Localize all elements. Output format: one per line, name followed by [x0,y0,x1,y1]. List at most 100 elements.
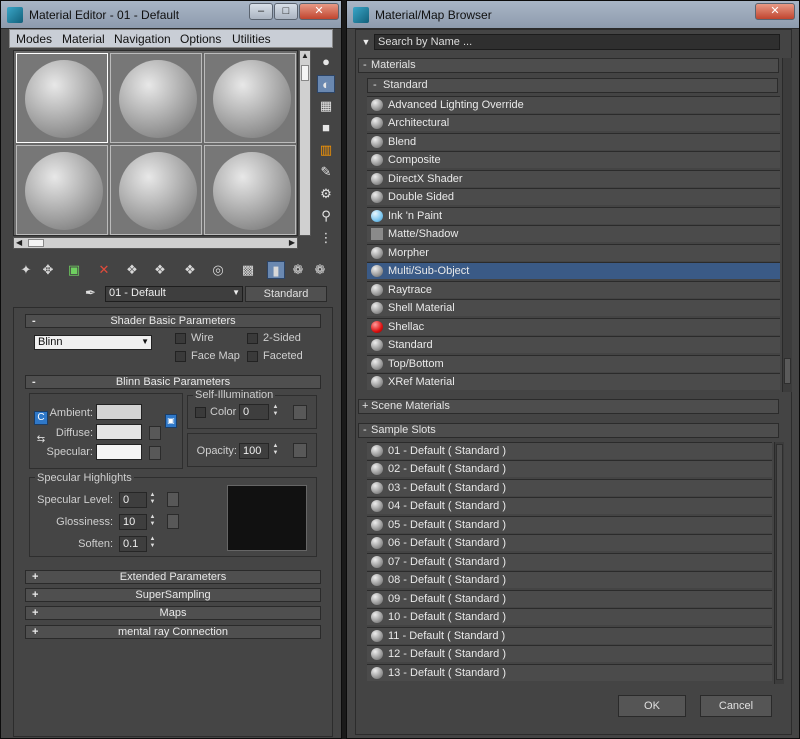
menu-options[interactable]: Options [180,32,221,46]
assign-to-selection-icon[interactable]: ▣ [65,261,83,279]
sample-slots-group-header[interactable]: - Sample Slots [358,423,779,438]
menu-material[interactable]: Material [62,32,105,46]
list-item[interactable]: Raytrace [367,281,780,298]
material-name-dropdown[interactable]: 01 - Default ▼ [105,286,243,302]
list-item[interactable]: 12 - Default ( Standard ) [367,645,772,662]
two-sided-checkbox[interactable] [247,333,258,344]
list-item[interactable]: Double Sided [367,188,780,205]
browser-options-icon[interactable]: ▼ [359,35,373,49]
search-by-name-input[interactable]: Search by Name ... [374,34,780,50]
list-item[interactable]: Shellac [367,318,780,335]
sample-slots-scroll-thumb[interactable] [776,444,783,680]
wire-checkbox[interactable] [175,333,186,344]
options-icon[interactable]: ⚙ [317,185,335,203]
list-item[interactable]: 11 - Default ( Standard ) [367,627,772,644]
reset-map-icon[interactable]: ✕ [95,261,113,279]
sample-slot[interactable] [16,145,108,235]
material-id-channel-icon[interactable]: ◎ [209,261,227,279]
menu-utilities[interactable]: Utilities [232,32,271,46]
cancel-button[interactable]: Cancel [700,695,772,717]
list-item[interactable]: 02 - Default ( Standard ) [367,460,772,477]
specular-color-swatch[interactable] [96,444,142,460]
sample-type-icon[interactable]: ● [317,53,335,71]
sample-slot[interactable] [204,145,296,235]
material-type-button[interactable]: Standard [245,286,327,302]
spinner-arrows-icon[interactable]: ▲ ▼ [271,443,280,459]
copy-material-icon[interactable]: ❖ [123,261,141,279]
faceted-checkbox[interactable] [247,351,258,362]
slots-vscroll-thumb[interactable] [301,65,309,81]
video-color-check-icon[interactable]: ▥ [317,141,335,159]
ambient-color-swatch[interactable] [96,404,142,420]
materials-scroll-thumb[interactable] [784,358,791,384]
specular-level-map-button[interactable] [167,492,179,507]
spinner-arrows-icon[interactable]: ▲ ▼ [271,404,280,420]
list-item[interactable]: Architectural [367,114,780,131]
put-to-scene-icon[interactable]: ✥ [39,261,57,279]
sample-uv-tiling-icon[interactable]: ■ [317,119,335,137]
list-item[interactable]: DirectX Shader [367,170,780,187]
scroll-right-arrow-icon[interactable]: ▶ [289,238,295,247]
close-button[interactable]: ✕ [299,3,339,20]
put-to-library-icon[interactable]: ❖ [181,261,199,279]
get-material-icon[interactable]: ✦ [17,261,35,279]
scroll-up-arrow-icon[interactable]: ▲ [301,51,309,60]
list-item[interactable]: 13 - Default ( Standard ) [367,664,772,681]
materials-group-header[interactable]: - Materials [358,58,779,73]
maximize-button[interactable]: □ [274,3,298,20]
list-item[interactable]: Matte/Shadow [367,225,780,242]
list-item[interactable]: Morpher [367,244,780,261]
sample-slots-scrollbar[interactable] [774,442,784,684]
list-item[interactable]: 09 - Default ( Standard ) [367,590,772,607]
list-item[interactable]: Top/Bottom [367,355,780,372]
make-unique-icon[interactable]: ❖ [151,261,169,279]
slots-hscrollbar[interactable]: ◀ ▶ [13,237,298,249]
scene-materials-group-header[interactable]: + Scene Materials [358,399,779,414]
show-shaded-material-icon[interactable]: ▩ [239,261,257,279]
list-item[interactable]: 06 - Default ( Standard ) [367,534,772,551]
diffuse-map-button[interactable] [149,426,161,440]
mental-ray-connection-rollout[interactable]: + mental ray Connection [25,625,321,639]
list-item[interactable]: XRef Material [367,373,780,390]
material-editor-titlebar[interactable]: Material Editor - 01 - Default – □ ✕ [1,1,341,29]
standard-group-header[interactable]: - Standard [367,78,778,93]
opacity-spinner[interactable]: 100 [239,443,269,459]
go-forward-to-sibling-icon[interactable]: ❁ [311,261,329,279]
spinner-arrows-icon[interactable]: ▲ ▼ [148,536,157,552]
list-item[interactable]: Blend [367,133,780,150]
show-end-result-icon[interactable]: ▮ [267,261,285,279]
spinner-arrows-icon[interactable]: ▲ ▼ [148,514,157,530]
glossiness-spinner[interactable]: 10 [119,514,147,530]
menu-modes[interactable]: Modes [16,32,52,46]
materials-scrollbar[interactable] [782,58,792,392]
diffuse-color-swatch[interactable] [96,424,142,440]
backlight-icon[interactable]: ◐ [317,75,335,93]
minimize-button[interactable]: – [249,3,273,20]
specular-level-spinner[interactable]: 0 [119,492,147,508]
soften-spinner[interactable]: 0.1 [119,536,147,552]
list-item-selected[interactable]: Multi/Sub-Object [367,262,780,279]
select-by-material-icon[interactable]: ⚲ [317,207,335,225]
make-preview-icon[interactable]: ✎ [317,163,335,181]
list-item[interactable]: Ink 'n Paint [367,207,780,224]
self-illum-color-checkbox[interactable] [195,407,206,418]
extended-parameters-rollout[interactable]: + Extended Parameters [25,570,321,584]
sample-slot[interactable] [110,145,202,235]
slots-vscrollbar[interactable]: ▲ [299,50,311,236]
background-checker-icon[interactable]: ▦ [317,97,335,115]
pick-material-eyedropper-icon[interactable]: ✒ [85,285,96,301]
shader-type-dropdown[interactable]: Blinn ▼ [34,335,152,350]
lock-map-icon[interactable]: ▣ [165,414,177,428]
menu-navigation[interactable]: Navigation [114,32,171,46]
list-item[interactable]: Shell Material [367,299,780,316]
face-map-checkbox[interactable] [175,351,186,362]
specular-map-button[interactable] [149,446,161,460]
browser-close-button[interactable]: ✕ [755,3,795,20]
blinn-basic-parameters-rollout[interactable]: - Blinn Basic Parameters [25,375,321,389]
list-item[interactable]: 01 - Default ( Standard ) [367,442,772,459]
list-item[interactable]: 04 - Default ( Standard ) [367,497,772,514]
shader-basic-parameters-rollout[interactable]: - Shader Basic Parameters [25,314,321,328]
sample-slot[interactable] [16,53,108,143]
material-map-navigator-icon[interactable]: ⋮ [317,229,335,247]
maps-rollout[interactable]: + Maps [25,606,321,620]
